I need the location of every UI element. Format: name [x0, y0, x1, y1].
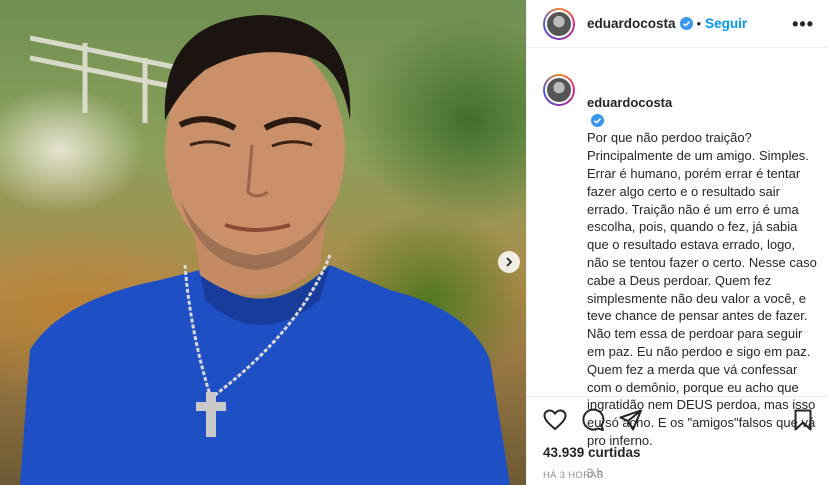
heart-icon[interactable] [543, 409, 567, 431]
post-header: eduardocosta • Seguir ••• [527, 0, 828, 48]
person-figure [20, 15, 510, 485]
chevron-right-icon [506, 257, 513, 267]
verified-badge-icon [679, 17, 693, 30]
post-actions: 43.939 curtidas HÁ 3 HORAS [527, 396, 828, 481]
post-photo[interactable] [0, 0, 526, 485]
more-options-button[interactable]: ••• [792, 15, 814, 33]
posted-time[interactable]: HÁ 3 HORAS [543, 470, 812, 481]
caption-text: eduardocosta Por que não perdoo traição?… [587, 76, 818, 450]
caption-avatar[interactable] [543, 74, 575, 106]
bookmark-icon[interactable] [794, 409, 812, 431]
verified-badge-icon [591, 113, 604, 127]
header-username[interactable]: eduardocosta [587, 16, 676, 31]
follow-button[interactable]: Seguir [705, 16, 747, 31]
paper-plane-icon[interactable] [619, 409, 643, 431]
comment-icon[interactable] [581, 408, 605, 432]
profile-avatar[interactable] [543, 7, 575, 40]
header-dot-separator: • [696, 16, 702, 31]
post-side-panel: eduardocosta • Seguir ••• eduardocosta P… [526, 0, 828, 485]
caption-username[interactable]: eduardocosta [587, 95, 672, 110]
carousel-next-button[interactable] [498, 251, 520, 273]
action-row [543, 407, 812, 433]
likes-count[interactable]: 43.939 curtidas [543, 445, 812, 460]
